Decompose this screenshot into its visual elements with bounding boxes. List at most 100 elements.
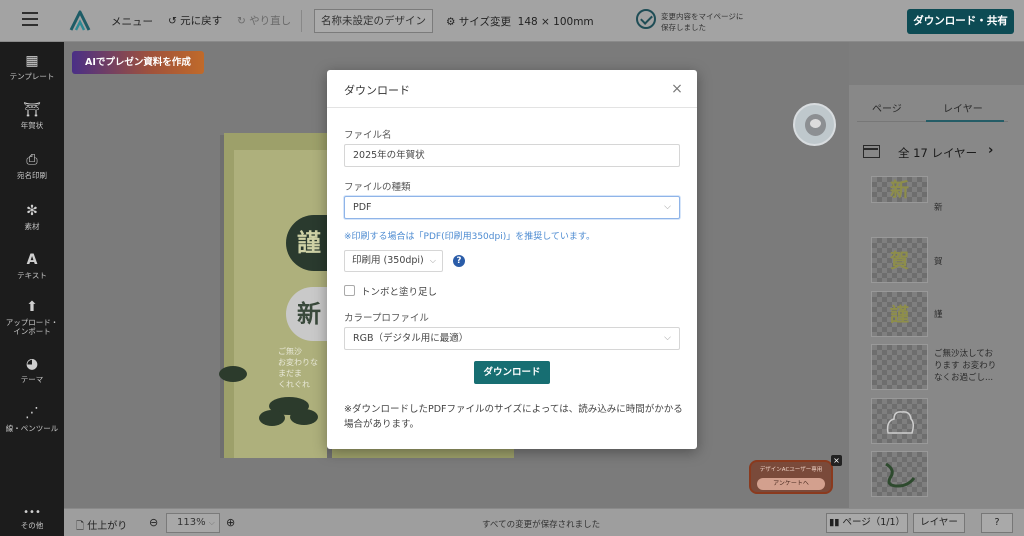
undo-button[interactable]: ↺ 元に戻す [168, 13, 222, 28]
sidebar-item-upload[interactable]: ⬆ アップロード・ インポート [0, 299, 64, 336]
layer-thumbnail[interactable] [871, 451, 928, 497]
card-greeting-text[interactable]: ご無沙 お変わりな まだま くれぐれ [278, 346, 328, 390]
palette-icon: ◕ [25, 356, 39, 372]
survey-close-icon[interactable]: × [831, 455, 842, 466]
card-text-line: まだま [278, 369, 302, 378]
bleed-checkbox[interactable] [344, 285, 355, 296]
resolution-value: 印刷用 (350dpi) [352, 255, 424, 266]
layer-glyph: 賀 [889, 250, 909, 272]
chevron-down-icon: ⌵ [664, 202, 671, 212]
chevron-down-icon: ⌵ [208, 518, 215, 527]
tab-page[interactable]: ページ [872, 100, 902, 115]
zoom-level-select[interactable]: 113% ⌵ [166, 513, 220, 533]
text-icon: A [26, 252, 38, 268]
layer-thumb-bg [872, 345, 927, 389]
chevron-down-icon: ⌵ [664, 333, 671, 343]
sidebar-item-label: テンプレート [9, 72, 55, 81]
color-profile-label: カラープロファイル [344, 313, 429, 324]
document-icon: 🗋 [76, 521, 85, 532]
layer-count: 全 17 レイヤー [898, 146, 978, 160]
color-profile-select[interactable]: RGB（デジタル用に最適） ⌵ [344, 327, 680, 350]
design-name-button[interactable]: 名称未設定のデザイン [314, 9, 433, 33]
app-logo-icon[interactable] [68, 9, 92, 33]
sidebar-item-label: テキスト [17, 271, 47, 280]
sidebar-item-text[interactable]: A テキスト [0, 252, 64, 280]
redo-button[interactable]: ↻ やり直し [237, 13, 291, 28]
printer-icon: ⎙ [26, 152, 38, 168]
book-icon: ▮▮ [828, 517, 840, 528]
gear-icon: ⚙ [446, 16, 456, 28]
zoom-in-icon[interactable]: ⊕ [226, 516, 235, 529]
file-type-value: PDF [353, 202, 372, 213]
layer-thumbnail[interactable] [871, 344, 928, 390]
sidebar-item-pen-tool[interactable]: ⋰ 線・ペンツール [0, 405, 64, 433]
ai-presentation-button[interactable]: AIでプレゼン資料を作成 [72, 51, 204, 74]
download-share-button[interactable]: ダウンロード・共有 [907, 9, 1014, 34]
mascot-bear-icon[interactable] [793, 103, 836, 146]
save-status: すべての変更が保存されました [482, 520, 601, 530]
bottom-toolbar: 🗋 仕上がり ⊖ 113% ⌵ ⊕ すべての変更が保存されました ▮▮ ページ（… [64, 508, 1024, 536]
pine-illustration-icon[interactable] [258, 392, 320, 428]
vine-shape-icon [885, 462, 916, 488]
color-profile-value: RGB（デジタル用に最適） [353, 333, 469, 344]
sidebar-item-theme[interactable]: ◕ テーマ [0, 356, 64, 384]
survey-button[interactable]: アンケートへ [757, 478, 825, 490]
resize-label: サイズ変更 [458, 16, 511, 28]
sidebar-item-label: 年賀状 [20, 121, 44, 130]
download-button[interactable]: ダウンロード [474, 361, 550, 384]
sidebar-item-label-2: インポート [13, 327, 51, 336]
left-sidebar: ▦ テンプレート ⛩ 年賀状 ⎙ 宛名印刷 ✻ 素材 A テキスト ⬆ アップロード・ インポ… [0, 42, 64, 536]
layer-thumbnail[interactable]: 謹 [871, 291, 928, 337]
material-icon: ✻ [26, 203, 38, 219]
card-seal-shin[interactable]: 新 [286, 287, 332, 341]
layer-name: 新 [934, 203, 943, 213]
tab-layer[interactable]: レイヤー [943, 100, 983, 115]
print-recommendation-hint: ※印刷する場合は「PDF(印刷用350dpi)」を推奨しています。 [344, 232, 596, 242]
sidebar-item-material[interactable]: ✻ 素材 [0, 203, 64, 231]
close-icon[interactable]: × [669, 81, 685, 97]
layer-group-header[interactable]: 全 17 レイヤー › [863, 143, 1003, 161]
download-note: ※ダウンロードしたPDFファイルのサイズによっては、読み込みに時間がかかる場合が… [344, 404, 683, 430]
question-help-icon[interactable]: ? [453, 255, 465, 267]
layer-name: 謹 [934, 310, 943, 320]
undo-icon: ↺ [168, 15, 177, 27]
layer-thumbnail[interactable]: 賀 [871, 237, 928, 283]
menu-button[interactable]: メニュー [111, 14, 153, 29]
small-pine-icon [219, 366, 247, 382]
hamburger-menu-icon[interactable] [22, 12, 38, 26]
survey-popup[interactable]: デザインACユーザー専用 アンケートへ [749, 460, 833, 494]
card-text-line: ご無沙 [278, 347, 302, 356]
download-dialog: ダウンロード × ファイル名 2025年の年賀状 ファイルの種類 PDF ⌵ ※… [327, 70, 697, 449]
file-type-select[interactable]: PDF ⌵ [344, 196, 680, 219]
layer-glyph: 新 [889, 179, 909, 201]
sidebar-item-label: 宛名印刷 [17, 171, 47, 180]
zoom-out-icon[interactable]: ⊖ [149, 516, 158, 529]
chevron-right-icon[interactable]: › [988, 143, 993, 158]
file-type-label: ファイルの種類 [344, 182, 411, 193]
card-text-line: お変わりな [278, 358, 318, 367]
card-text-line: くれぐれ [278, 380, 310, 389]
resize-button[interactable]: ⚙ サイズ変更 148 × 100mm [446, 14, 594, 29]
pen-tool-icon: ⋰ [25, 405, 39, 421]
page-button[interactable]: ▮▮ ページ（1/1） [826, 513, 908, 533]
resolution-select[interactable]: 印刷用 (350dpi) ⌵ [344, 250, 443, 272]
newyear-card-icon: ⛩ [23, 102, 41, 118]
bleed-label[interactable]: トンボと塗り足し [361, 284, 437, 298]
file-name-input[interactable]: 2025年の年賀状 [344, 144, 680, 167]
finish-preview-button[interactable]: 🗋 仕上がり [76, 517, 127, 536]
zoom-value: 113% [177, 517, 206, 528]
template-icon: ▦ [25, 53, 39, 69]
layer-button[interactable]: レイヤー [913, 513, 965, 533]
layer-thumbnail[interactable] [871, 398, 928, 444]
help-button[interactable]: ? [981, 513, 1013, 533]
check-circle-icon [636, 9, 656, 29]
layer-thumbnail[interactable]: 新 [871, 176, 928, 203]
sidebar-item-template[interactable]: ▦ テンプレート [0, 53, 64, 81]
sidebar-item-newyear[interactable]: ⛩ 年賀状 [0, 102, 64, 130]
sidebar-item-label: アップロード・ [5, 318, 59, 327]
active-tab-indicator [926, 120, 1004, 122]
cloud-shape-icon [886, 411, 915, 434]
sidebar-item-more[interactable]: ••• その他 [0, 508, 64, 531]
sidebar-item-address-print[interactable]: ⎙ 宛名印刷 [0, 152, 64, 180]
page-label: ページ（1/1） [842, 517, 906, 528]
